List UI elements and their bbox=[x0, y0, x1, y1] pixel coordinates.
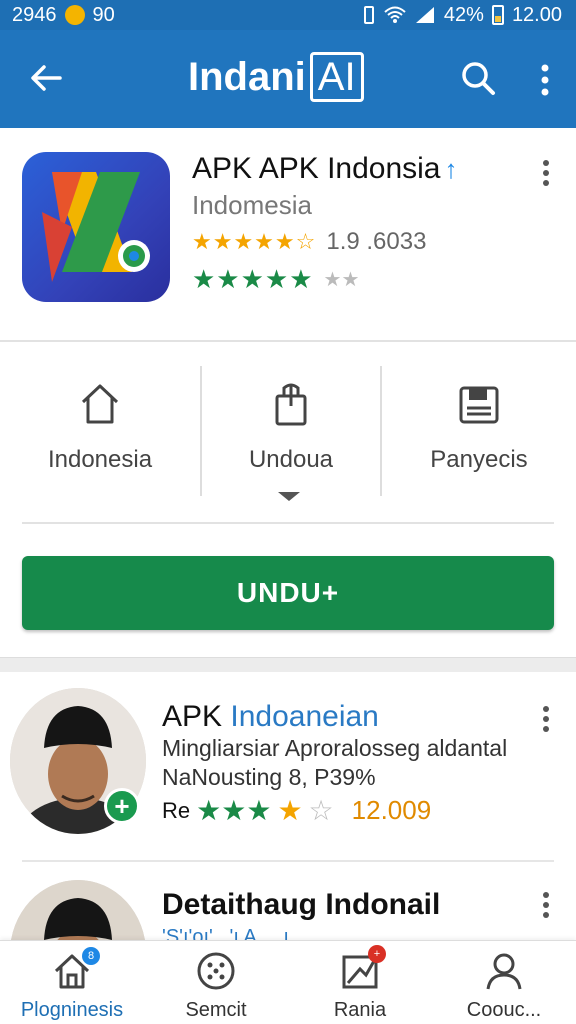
list-item[interactable]: + APK Indoaneian Mingliarsiar Aproraloss… bbox=[0, 672, 576, 858]
half-star-icon: ★ bbox=[277, 795, 303, 826]
download-button[interactable]: UNDU+ bbox=[22, 556, 554, 630]
item-more-icon[interactable] bbox=[536, 704, 556, 734]
nav-badge: + bbox=[368, 945, 386, 963]
arrow-up-icon: ↑ bbox=[444, 154, 458, 184]
category-label: Panyecis bbox=[430, 446, 528, 473]
avatar bbox=[10, 880, 146, 942]
rating-prefix: Re bbox=[162, 797, 191, 823]
app-subtitle: Indomesia bbox=[192, 190, 312, 220]
chart-icon: + bbox=[340, 945, 386, 991]
app-name-text: APK APK Indonsia bbox=[192, 152, 441, 185]
bag-icon bbox=[275, 383, 307, 426]
app-name: APK APK Indonsia ↑ bbox=[192, 152, 458, 186]
nav-label: Coouc... bbox=[466, 999, 542, 1021]
vibrate-icon bbox=[363, 6, 374, 24]
category-row: Indonesia Undoua Panyecis bbox=[0, 366, 576, 496]
save-icon bbox=[459, 386, 499, 424]
nav-item-account[interactable]: Coouc... bbox=[432, 941, 576, 1024]
notification-icon bbox=[64, 5, 85, 25]
star-rating: ★★★ bbox=[196, 795, 272, 826]
status-time: 12.00 bbox=[511, 3, 562, 26]
back-arrow-icon[interactable] bbox=[26, 58, 66, 98]
nav-label: Plogninesis bbox=[20, 999, 124, 1021]
wifi-icon bbox=[384, 6, 406, 23]
app-title-box: AI bbox=[309, 52, 364, 102]
status-left-text: 2946 bbox=[12, 3, 57, 26]
item-title-plain: APK bbox=[162, 700, 231, 733]
status-bar: 2946 90 42% 12.00 bbox=[0, 0, 576, 30]
app-title-main: Indani bbox=[188, 54, 306, 99]
battery-percent: 42% bbox=[443, 3, 484, 26]
rating-count: 12.009 bbox=[351, 795, 432, 825]
list-item[interactable]: Detaithaug Indonail 'S'ı'oı'_ 'ı A ... ı… bbox=[0, 864, 576, 942]
rating-row: ★★★★★☆ 1.9 .6033 bbox=[192, 228, 426, 256]
bottom-nav: 8 Plogninesis Semcit + Rania Coouc... bbox=[0, 940, 576, 1024]
category-label: Undoua bbox=[248, 446, 334, 473]
nav-badge: 8 bbox=[82, 947, 100, 965]
star-rating: ★★★★★☆ bbox=[192, 229, 317, 254]
app-detail-card: APK APK Indonsia ↑ Indomesia ★★★★★☆ 1.9 .… bbox=[0, 128, 576, 658]
category-item-home[interactable]: Indonesia bbox=[0, 366, 200, 496]
nav-item-search[interactable]: Semcit bbox=[144, 941, 288, 1024]
item-desc-line2: NaNousting 8, P39% bbox=[162, 764, 376, 790]
app-logo-icon bbox=[22, 152, 170, 302]
item-title: APK Indoaneian bbox=[162, 700, 379, 734]
star-rating-grey: ★★ bbox=[323, 269, 360, 291]
nav-label: Rania bbox=[333, 999, 387, 1021]
rating-value: 1.9 .6033 bbox=[326, 228, 427, 255]
person-icon bbox=[484, 951, 524, 991]
battery-icon bbox=[491, 5, 504, 25]
signal-icon bbox=[415, 7, 434, 23]
empty-star-icon: ☆ bbox=[308, 795, 334, 826]
card-more-icon[interactable] bbox=[536, 158, 556, 188]
grid-dots-icon bbox=[196, 951, 236, 991]
separator bbox=[200, 366, 202, 496]
status-left-count: 90 bbox=[92, 3, 115, 26]
nav-item-rank[interactable]: + Rania bbox=[288, 941, 432, 1024]
chevron-down-icon[interactable] bbox=[278, 492, 300, 501]
star-rating-green: ★★★★★ bbox=[192, 264, 314, 294]
item-description: Mingliarsiar Aproralosseg aldantal NaNou… bbox=[162, 734, 507, 792]
item-rating: Re ★★★ ★ ☆ 12.009 bbox=[162, 794, 431, 827]
divider bbox=[22, 860, 554, 862]
rating-row-secondary: ★★★★★ ★★ bbox=[192, 264, 359, 295]
category-item-save[interactable]: Panyecis bbox=[382, 366, 576, 496]
category-label: Indonesia bbox=[47, 446, 153, 473]
search-icon[interactable] bbox=[458, 58, 498, 98]
item-title: Detaithaug Indonail bbox=[162, 888, 441, 921]
item-desc-line1: Mingliarsiar Aproralosseg aldantal bbox=[162, 735, 508, 761]
item-title-accent: Indoaneian bbox=[230, 700, 379, 733]
app-list: + APK Indoaneian Mingliarsiar Aproraloss… bbox=[0, 672, 576, 942]
divider bbox=[22, 522, 554, 524]
app-title: Indani AI bbox=[188, 52, 364, 102]
nav-label: Semcit bbox=[185, 999, 247, 1021]
home-icon: 8 bbox=[52, 947, 100, 991]
divider bbox=[0, 340, 576, 342]
item-more-icon[interactable] bbox=[536, 890, 556, 920]
add-icon[interactable]: + bbox=[104, 788, 140, 824]
nav-item-home[interactable]: 8 Plogninesis bbox=[0, 941, 144, 1024]
home-icon bbox=[81, 384, 119, 424]
app-bar: Indani AI bbox=[0, 30, 576, 128]
more-vert-icon[interactable] bbox=[530, 60, 560, 100]
category-item-bag[interactable]: Undoua bbox=[200, 366, 382, 496]
